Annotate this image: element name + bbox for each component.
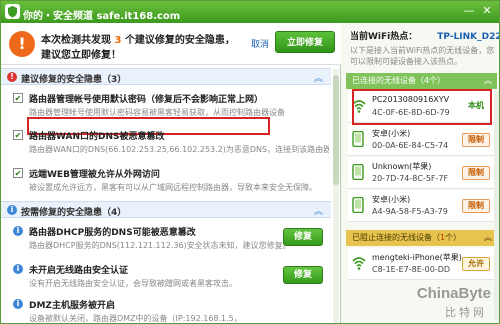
issue-desc: 路由器WAN口的DNS(66.102.253.25,66.102.253.2)为…: [29, 145, 329, 154]
issue-desc: 被设置成允许远方，黑客有可以从广域网远程控制路由器，导致本来安全无保障。: [29, 183, 317, 192]
scan-summary: ! 本次检测共发现 3 个建议修复的安全隐患， 建议您立即修复！ 取消 立即修复: [1, 23, 341, 65]
scrollbar-thumb[interactable]: [333, 75, 339, 185]
hotspot-ssid: TP-LINK_D22A72: [437, 32, 499, 42]
limit-button[interactable]: 限制: [462, 133, 490, 147]
hotspot-label: 当前WiFi热点：: [350, 32, 418, 42]
issue-item: i 路由器DHCP服务的DNS可能被恶意篡改 路由器DHCP服务的DNS(112…: [1, 222, 331, 256]
section-optional[interactable]: i 按需修复的安全隐患（4） ︽: [1, 201, 331, 218]
phone-icon: [352, 163, 366, 181]
watermark-sub: 比特网: [445, 307, 487, 319]
connected-head-text: 已连接的无线设备（: [352, 76, 424, 85]
device-mac: 20-7D-74-8C-5F-7F: [372, 174, 449, 183]
cancel-link[interactable]: 取消: [251, 37, 269, 50]
chevron-up-icon[interactable]: ︽: [314, 71, 323, 84]
device-row: mengteki-iPhone(苹果) C8-1E-E7-8E-00-DD 允许: [348, 248, 494, 280]
device-name: mengteki-iPhone(苹果): [372, 253, 462, 262]
title-bar: 你的・安全频道 safe.it168.com — ✕: [1, 1, 499, 23]
device-mac: 00-0A-6E-84-C5-74: [372, 141, 449, 150]
issue-title: DMZ主机服务被开启: [29, 301, 115, 311]
chevron-up-icon[interactable]: ︽: [484, 73, 492, 89]
scrollbar[interactable]: [494, 91, 499, 319]
section-title: 建议修复的安全隐患（3）: [21, 75, 127, 85]
fix-button[interactable]: 修复: [283, 228, 323, 246]
wifi-icon: [352, 255, 366, 271]
scrollbar[interactable]: [333, 69, 339, 323]
summary-prefix: 本次检测共发现: [41, 35, 111, 46]
fix-button[interactable]: 修复: [283, 266, 323, 284]
device-mac: A4-9A-58-F5-A3-79: [372, 207, 448, 216]
issue-item: i DMZ主机服务被开启 设备被默认关闭，路由器DMZ中的设备（IP:192.1…: [1, 295, 331, 323]
chevron-up-icon[interactable]: ︽: [484, 230, 492, 246]
connected-devices-header[interactable]: 已连接的无线设备（4个） ︽: [346, 73, 497, 89]
info-icon: i: [13, 226, 23, 236]
device-name: 安卓(小米): [372, 195, 411, 204]
info-icon: i: [13, 299, 23, 309]
issue-count: 3: [114, 35, 122, 46]
section-title: 按需修复的安全隐患（4）: [21, 208, 127, 218]
issue-desc: 设备被默认关闭，路由器DMZ中的设备（IP:192.168.1.5，: [29, 314, 242, 323]
app-window: 你的・安全频道 safe.it168.com — ✕ ! 本次检测共发现 3 个…: [0, 0, 500, 324]
phone-icon: [352, 130, 366, 148]
phone-icon: [352, 196, 366, 214]
issue-title: 路由器WAN口的DNS被恶意篡改: [29, 132, 165, 142]
warning-icon: !: [9, 31, 35, 57]
minimize-button[interactable]: —: [461, 4, 477, 18]
blocked-devices-header[interactable]: 已阻止连接的无线设备（1个） ︽: [346, 230, 497, 246]
device-name: Unknown(苹果): [372, 162, 432, 171]
device-row: 安卓(小米) 00-0A-6E-84-C5-74 限制: [348, 124, 494, 156]
issue-title: 未开启无线路由安全认证: [29, 266, 129, 276]
watermark-brand: ChinaByte: [416, 285, 491, 302]
section-recommended[interactable]: ! 建议修复的安全隐患（3） ︽: [1, 68, 331, 85]
device-mac: C8-1E-E7-8E-00-DD: [372, 265, 451, 274]
device-row: Unknown(苹果) 20-7D-74-8C-5F-7F 限制: [348, 157, 494, 189]
summary-suffix: 个建议修复的安全隐患，: [124, 35, 235, 46]
issue-item: ✔ 路由器WAN口的DNS被恶意篡改 路由器WAN口的DNS(66.102.25…: [1, 126, 331, 160]
allow-button[interactable]: 允许: [462, 257, 490, 271]
site-banner-text: 你的・安全频道 safe.it168.com: [23, 11, 181, 22]
issues-pane: ! 本次检测共发现 3 个建议修复的安全隐患， 建议您立即修复！ 取消 立即修复…: [1, 23, 341, 323]
chevron-up-icon[interactable]: ︽: [314, 204, 323, 217]
issue-checkbox[interactable]: ✔: [13, 130, 23, 140]
issue-item: i 未开启无线路由安全认证 没有开启无线路由安全认证，会导致被蹭网或者黑客攻击。…: [1, 260, 331, 294]
connected-tail-text: 个）: [429, 76, 446, 85]
issue-checkbox[interactable]: ✔: [13, 168, 23, 178]
limit-button[interactable]: 限制: [462, 199, 490, 213]
issue-title: 路由器DHCP服务的DNS可能被恶意篡改: [29, 228, 196, 238]
app-logo-icon: [5, 4, 20, 19]
issue-title: 远端WEB管理被允许从外网访问: [29, 170, 160, 180]
close-button[interactable]: ✕: [479, 4, 495, 18]
highlight-box: [352, 89, 492, 125]
info-icon: i: [7, 205, 17, 215]
issue-title: 路由器管理帐号使用默认密码（修复后不会影响正常上网）: [29, 95, 264, 105]
device-name: 安卓(小米): [372, 129, 411, 138]
hotspot-line: 当前WiFi热点： TP-LINK_D22A72: [350, 29, 499, 42]
watermark: ChinaByte 比特网: [393, 285, 493, 319]
limit-button[interactable]: 限制: [462, 166, 490, 180]
alert-icon: !: [7, 72, 17, 82]
issue-item: ✔ 远端WEB管理被允许从外网访问 被设置成允许远方，黑客有可以从广域网远程控制…: [1, 164, 331, 198]
fix-all-button[interactable]: 立即修复: [275, 31, 335, 53]
devices-hint: 以下是接入当前WiFi热点的无线设备，您可以限制可疑设备接入该热点。: [350, 46, 495, 66]
info-icon: i: [13, 264, 23, 274]
device-row: 安卓(小米) A4-9A-58-F5-A3-79 限制: [348, 190, 494, 222]
summary-line2: 建议您立即修复！: [41, 50, 121, 61]
issue-checkbox[interactable]: ✔: [13, 93, 23, 103]
blocked-tail-text: 个）: [445, 233, 462, 242]
summary-line1: 本次检测共发现 3 个建议修复的安全隐患，: [41, 31, 235, 46]
devices-pane: 当前WiFi热点： TP-LINK_D22A72 以下是接入当前WiFi热点的无线…: [342, 23, 499, 323]
blocked-head-text: 已阻止连接的无线设备（: [352, 233, 440, 242]
